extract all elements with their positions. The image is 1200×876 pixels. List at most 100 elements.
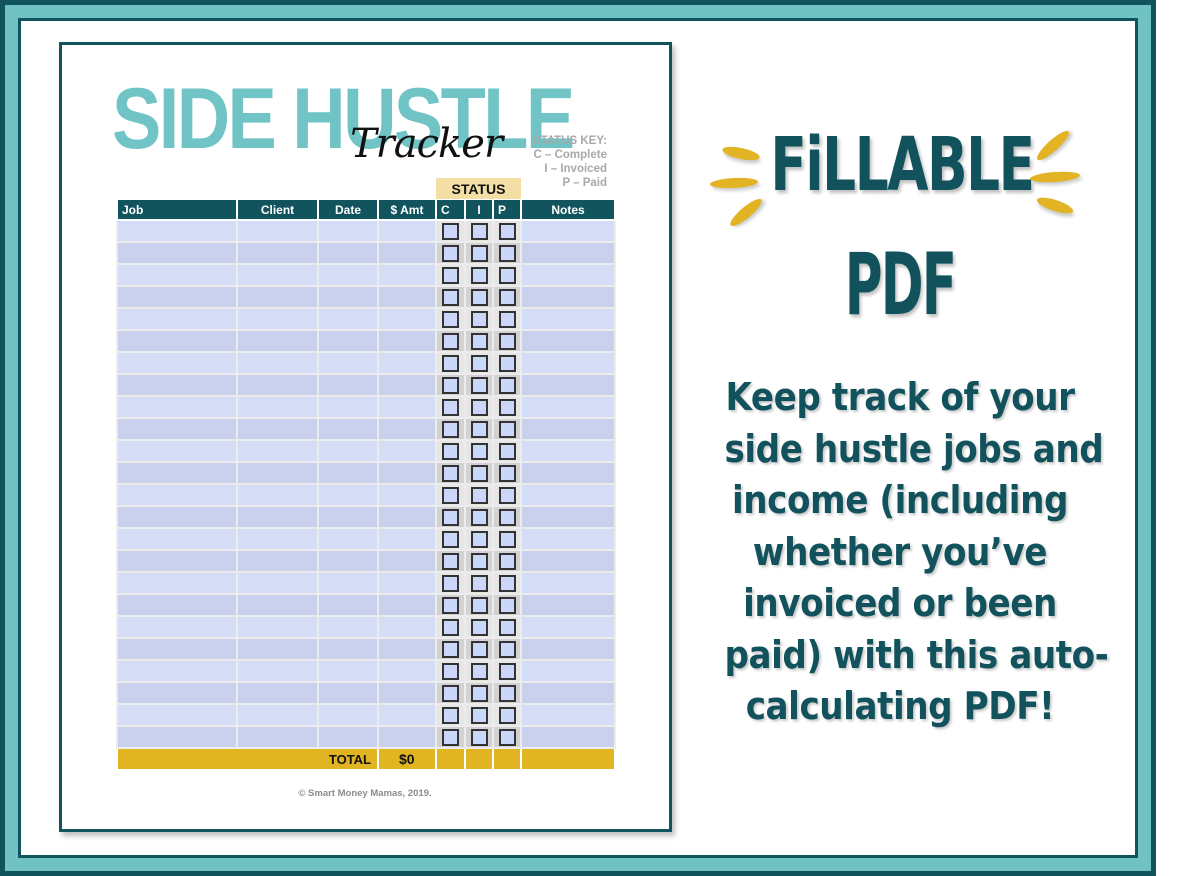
notes-field[interactable] [520,263,616,287]
client-field[interactable] [236,527,319,551]
job-field[interactable] [116,571,238,595]
paid-checkbox[interactable] [498,354,516,372]
notes-field[interactable] [520,439,616,463]
amount-field[interactable] [377,725,437,749]
amount-field[interactable] [377,527,437,551]
paid-checkbox[interactable] [498,596,516,614]
client-field[interactable] [236,351,319,375]
job-field[interactable] [116,263,238,287]
date-field[interactable] [317,461,379,485]
complete-checkbox[interactable] [442,728,459,746]
date-field[interactable] [317,637,379,661]
paid-checkbox[interactable] [498,684,516,702]
amount-field[interactable] [377,637,437,661]
notes-field[interactable] [520,703,616,727]
amount-field[interactable] [377,659,437,683]
invoiced-checkbox[interactable] [470,728,488,746]
paid-checkbox[interactable] [498,618,516,636]
date-field[interactable] [317,219,379,243]
job-field[interactable] [116,681,238,705]
invoiced-checkbox[interactable] [470,288,488,306]
job-field[interactable] [116,241,238,265]
complete-checkbox[interactable] [442,222,459,240]
notes-field[interactable] [520,615,616,639]
job-field[interactable] [116,373,238,397]
job-field[interactable] [116,417,238,441]
notes-field[interactable] [520,219,616,243]
client-field[interactable] [236,593,319,617]
notes-field[interactable] [520,527,616,551]
job-field[interactable] [116,285,238,309]
paid-checkbox[interactable] [498,508,516,526]
paid-checkbox[interactable] [498,640,516,658]
invoiced-checkbox[interactable] [470,398,488,416]
paid-checkbox[interactable] [498,376,516,394]
paid-checkbox[interactable] [498,486,516,504]
client-field[interactable] [236,219,319,243]
complete-checkbox[interactable] [442,266,459,284]
paid-checkbox[interactable] [498,288,516,306]
invoiced-checkbox[interactable] [470,706,488,724]
paid-checkbox[interactable] [498,552,516,570]
client-field[interactable] [236,505,319,529]
date-field[interactable] [317,417,379,441]
complete-checkbox[interactable] [442,398,459,416]
complete-checkbox[interactable] [442,442,459,460]
date-field[interactable] [317,439,379,463]
date-field[interactable] [317,241,379,265]
invoiced-checkbox[interactable] [470,486,488,504]
amount-field[interactable] [377,329,437,353]
date-field[interactable] [317,285,379,309]
notes-field[interactable] [520,725,616,749]
job-field[interactable] [116,703,238,727]
job-field[interactable] [116,659,238,683]
complete-checkbox[interactable] [442,684,459,702]
paid-checkbox[interactable] [498,398,516,416]
paid-checkbox[interactable] [498,310,516,328]
date-field[interactable] [317,681,379,705]
amount-field[interactable] [377,241,437,265]
notes-field[interactable] [520,351,616,375]
amount-field[interactable] [377,615,437,639]
amount-field[interactable] [377,483,437,507]
job-field[interactable] [116,461,238,485]
notes-field[interactable] [520,285,616,309]
invoiced-checkbox[interactable] [470,552,488,570]
amount-field[interactable] [377,593,437,617]
invoiced-checkbox[interactable] [470,376,488,394]
invoiced-checkbox[interactable] [470,332,488,350]
client-field[interactable] [236,703,319,727]
paid-checkbox[interactable] [498,574,516,592]
invoiced-checkbox[interactable] [470,574,488,592]
client-field[interactable] [236,637,319,661]
invoiced-checkbox[interactable] [470,310,488,328]
job-field[interactable] [116,307,238,331]
job-field[interactable] [116,439,238,463]
date-field[interactable] [317,483,379,507]
paid-checkbox[interactable] [498,244,516,262]
invoiced-checkbox[interactable] [470,244,488,262]
paid-checkbox[interactable] [498,706,516,724]
notes-field[interactable] [520,307,616,331]
job-field[interactable] [116,395,238,419]
notes-field[interactable] [520,549,616,573]
client-field[interactable] [236,681,319,705]
invoiced-checkbox[interactable] [470,596,488,614]
date-field[interactable] [317,703,379,727]
invoiced-checkbox[interactable] [470,354,488,372]
client-field[interactable] [236,263,319,287]
amount-field[interactable] [377,263,437,287]
invoiced-checkbox[interactable] [470,684,488,702]
notes-field[interactable] [520,461,616,485]
invoiced-checkbox[interactable] [470,662,488,680]
job-field[interactable] [116,351,238,375]
client-field[interactable] [236,373,319,397]
date-field[interactable] [317,659,379,683]
complete-checkbox[interactable] [442,662,459,680]
invoiced-checkbox[interactable] [470,464,488,482]
date-field[interactable] [317,263,379,287]
date-field[interactable] [317,593,379,617]
paid-checkbox[interactable] [498,420,516,438]
job-field[interactable] [116,329,238,353]
paid-checkbox[interactable] [498,662,516,680]
